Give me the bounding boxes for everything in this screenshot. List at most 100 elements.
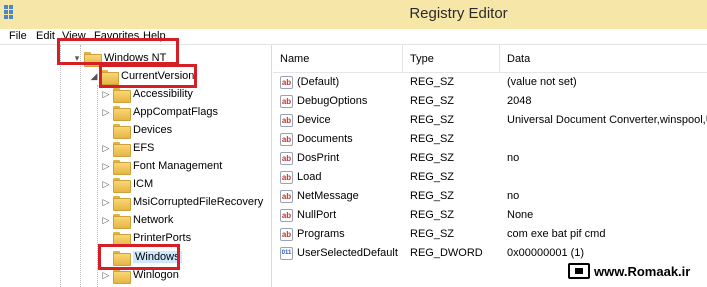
window-title: Registry Editor (409, 5, 508, 22)
value-data: com exe bat pif cmd (507, 228, 606, 240)
tree-node-network[interactable]: ▷ Network (101, 211, 173, 229)
value-type: REG_SZ (410, 95, 455, 107)
table-row[interactable]: ab Load REG_SZ (273, 169, 707, 188)
menu-edit[interactable]: Edit (36, 30, 55, 42)
tree-node-label: Winlogon (133, 269, 179, 281)
value-type: REG_SZ (410, 76, 455, 88)
tree-guide-line (80, 45, 81, 287)
collapse-arrow-icon[interactable]: ▾ (72, 53, 82, 64)
expand-arrow-icon[interactable]: ▷ (101, 107, 111, 118)
table-row[interactable]: ab Programs REG_SZ com exe bat pif cmd (273, 226, 707, 245)
binary-value-icon: 011 (280, 247, 293, 260)
table-row[interactable]: ab Documents REG_SZ (273, 131, 707, 150)
tree-node-winlogon[interactable]: ▷ Winlogon (101, 266, 179, 284)
table-row[interactable]: ab NullPort REG_SZ None (273, 207, 707, 226)
tree-node-printerports[interactable]: PrinterPorts (101, 229, 191, 247)
tree-node-accessibility[interactable]: ▷ Accessibility (101, 85, 193, 103)
string-value-icon: ab (280, 76, 293, 89)
folder-icon (113, 213, 131, 229)
registry-values-list[interactable]: Name Type Data ab (Default) REG_SZ (valu… (273, 45, 707, 287)
table-row[interactable]: ab NetMessage REG_SZ no (273, 188, 707, 207)
value-name: Programs (297, 228, 345, 240)
folder-icon (113, 195, 131, 211)
folder-icon (113, 231, 131, 247)
tree-node-label: Network (133, 214, 174, 226)
value-type: REG_SZ (410, 190, 455, 202)
expand-arrow-icon[interactable]: ▷ (101, 161, 111, 172)
expand-arrow-icon[interactable]: ▷ (101, 179, 111, 190)
tree-node-label: Windows NT (104, 52, 167, 64)
expand-arrow-icon[interactable]: ▷ (101, 215, 111, 226)
value-type: REG_SZ (410, 228, 455, 240)
registry-key-tree[interactable]: ▾ Windows NT ◢ CurrentVersion ▷ Accessib… (0, 45, 272, 287)
folder-icon (113, 159, 131, 175)
collapse-arrow-icon[interactable]: ◢ (89, 71, 99, 82)
tree-node-label: ICM (133, 178, 154, 190)
value-type: REG_SZ (410, 114, 455, 126)
table-row[interactable]: ab (Default) REG_SZ (value not set) (273, 74, 707, 93)
tree-node-label: CurrentVersion (121, 70, 195, 82)
tree-node-efs[interactable]: ▷ EFS (101, 139, 154, 157)
string-value-icon: ab (280, 152, 293, 165)
expand-arrow-icon[interactable]: ▷ (101, 143, 111, 154)
column-header-data[interactable]: Data (500, 45, 707, 72)
value-data: no (507, 190, 520, 202)
tree-node-label: Font Management (133, 160, 223, 172)
value-name: UserSelectedDefault (297, 247, 398, 259)
tree-node-label: MsiCorruptedFileRecovery (133, 196, 264, 208)
menu-favorites[interactable]: Favorites (94, 30, 139, 42)
tree-node-label: Accessibility (133, 88, 193, 100)
column-header-name[interactable]: Name (273, 45, 403, 72)
tree-node-label: PrinterPorts (133, 232, 192, 244)
value-type: REG_SZ (410, 152, 455, 164)
value-data: (value not set) (507, 76, 577, 88)
table-row[interactable]: ab DosPrint REG_SZ no (273, 150, 707, 169)
expand-arrow-icon[interactable]: ▷ (101, 197, 111, 208)
folder-icon (113, 105, 131, 121)
tree-node-devices[interactable]: Devices (101, 121, 172, 139)
monitor-icon (568, 263, 590, 279)
expand-arrow-icon[interactable]: ▷ (101, 89, 111, 100)
tree-node-windows-nt[interactable]: ▾ Windows NT (72, 49, 166, 67)
tree-node-label: Windows (133, 251, 182, 263)
tree-node-font-management[interactable]: ▷ Font Management (101, 157, 222, 175)
string-value-icon: ab (280, 95, 293, 108)
table-row[interactable]: ab Device REG_SZ Universal Document Conv… (273, 112, 707, 131)
tree-node-currentversion[interactable]: ◢ CurrentVersion (89, 67, 194, 85)
tree-node-msicorruptedfilerecovery[interactable]: ▷ MsiCorruptedFileRecovery (101, 193, 263, 211)
tree-node-label: Devices (133, 124, 173, 136)
value-data: Universal Document Converter,winspool,UD… (507, 114, 707, 126)
tree-node-windows[interactable]: Windows (101, 248, 182, 266)
folder-icon (101, 69, 119, 85)
string-value-icon: ab (280, 209, 293, 222)
folder-icon (84, 51, 102, 67)
value-data: 0x00000001 (1) (507, 247, 585, 259)
menu-file[interactable]: File (9, 30, 27, 42)
value-name: DosPrint (297, 152, 340, 164)
watermark: www.Romaak.ir (568, 261, 690, 281)
string-value-icon: ab (280, 171, 293, 184)
folder-icon (113, 177, 131, 193)
string-value-icon: ab (280, 190, 293, 203)
table-row[interactable]: ab DebugOptions REG_SZ 2048 (273, 93, 707, 112)
expand-arrow-icon[interactable]: ▷ (101, 270, 111, 281)
tree-node-appcompatflags[interactable]: ▷ AppCompatFlags (101, 103, 218, 121)
tree-node-icm[interactable]: ▷ ICM (101, 175, 153, 193)
tree-guide-line (97, 85, 98, 287)
column-header-type[interactable]: Type (403, 45, 500, 72)
string-value-icon: ab (280, 133, 293, 146)
value-name: Documents (297, 133, 353, 145)
menu-view[interactable]: View (62, 30, 86, 42)
string-value-icon: ab (280, 228, 293, 241)
value-name: Device (297, 114, 331, 126)
value-name: (Default) (297, 76, 340, 88)
menu-help[interactable]: Help (143, 30, 166, 42)
header-divider (273, 72, 707, 73)
value-type: REG_SZ (410, 133, 455, 145)
tree-node-label: EFS (133, 142, 155, 154)
folder-icon (113, 123, 131, 139)
value-name: NullPort (297, 209, 337, 221)
folder-icon (113, 250, 131, 266)
value-data: no (507, 152, 520, 164)
tree-node-label: AppCompatFlags (133, 106, 218, 118)
